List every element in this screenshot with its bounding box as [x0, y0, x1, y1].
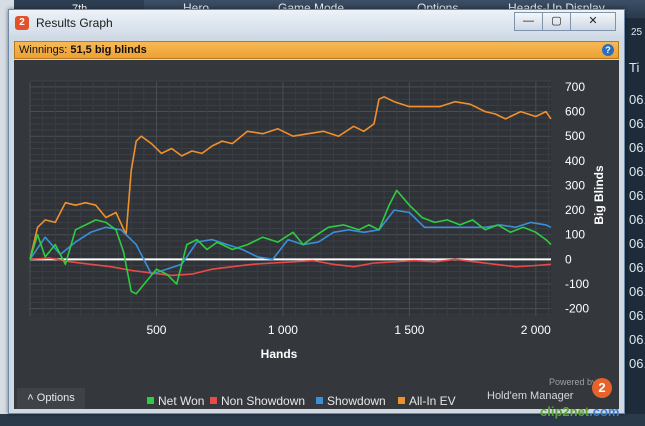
winnings-value: 51,5 big blinds: [70, 44, 147, 56]
brand-name: Hold'em Manager: [487, 390, 574, 402]
legend-label: Showdown: [327, 394, 386, 408]
y-tick-label: -200: [565, 302, 589, 316]
x-tick-label: 1 000: [268, 323, 298, 337]
bg-right-cell: 06.: [629, 212, 645, 227]
x-tick-label: 1 500: [394, 323, 424, 337]
y-tick-label: 700: [565, 80, 585, 94]
maximize-button[interactable]: ▢: [542, 12, 571, 31]
legend-swatch: [210, 397, 217, 404]
options-button[interactable]: ˄ Options: [17, 388, 85, 409]
results-chart: -200 -100 0 100 200 300 400 500 600 700 500 1 000 1…: [29, 80, 606, 408]
results-graph-window: 2 Results Graph — ▢ ✕ Winnings: 51,5 big…: [8, 9, 625, 414]
bg-right-cell: 06.: [629, 284, 645, 299]
options-label: Options: [36, 392, 75, 404]
x-tick-label: 2 000: [521, 323, 551, 337]
bg-right-cell: Ti: [629, 60, 640, 75]
y-tick-label: -100: [565, 277, 589, 291]
chart-grid: [29, 80, 551, 316]
bg-right-cell: 06.: [629, 164, 645, 179]
x-axis-label: Hands: [261, 347, 298, 361]
bg-right-cell: 06.: [629, 308, 645, 323]
title-bar[interactable]: 2 Results Graph — ▢ ✕: [9, 10, 624, 36]
y-axis-label: Big Blinds: [592, 165, 606, 225]
chart-panel: -200 -100 0 100 200 300 400 500 600 700 500 1 000 1…: [14, 60, 619, 409]
legend-label: Net Won: [158, 394, 204, 408]
y-tick-label: 300: [565, 178, 585, 192]
legend-label: Non Showdown: [221, 394, 305, 408]
minimize-button[interactable]: —: [514, 12, 543, 31]
hm2-app-icon: 2: [15, 16, 29, 30]
x-axis-ticks: 500 1 000 1 500 2 000: [146, 323, 551, 337]
winnings-label: Winnings:: [19, 44, 68, 56]
bg-right-cell: 06.: [629, 332, 645, 347]
close-button[interactable]: ✕: [570, 12, 616, 31]
y-tick-label: 200: [565, 203, 585, 217]
hm2-logo-badge: 2: [592, 378, 612, 398]
x-tick-label: 500: [146, 323, 166, 337]
bg-right-cell: 06.: [629, 356, 645, 371]
y-tick-label: 100: [565, 228, 585, 242]
window-title: Results Graph: [36, 16, 113, 30]
bg-right-cell: 06.: [629, 92, 645, 107]
legend-swatch: [316, 397, 323, 404]
background-right-panel: Ti 06. 06. 06. 06. 06. 06. 06. 06. 06. 0…: [627, 18, 645, 426]
clip2net-watermark: clip2net.com: [540, 404, 619, 419]
legend-swatch: [147, 397, 154, 404]
y-tick-label: 400: [565, 154, 585, 168]
powered-by-label: Powered by: [549, 377, 597, 387]
legend-label: All-In EV: [409, 394, 456, 408]
bg-right-top: 25: [631, 27, 643, 38]
chart-legend: Net Won Non Showdown Showdown All-In EV: [147, 394, 456, 408]
bg-right-cell: 06.: [629, 140, 645, 155]
y-tick-label: 600: [565, 105, 585, 119]
bg-right-cell: 06.: [629, 236, 645, 251]
bg-right-cell: 06.: [629, 116, 645, 131]
watermark-a: clip2net: [540, 404, 590, 419]
y-tick-label: 0: [565, 252, 572, 266]
winnings-bar: Winnings: 51,5 big blinds ?: [14, 41, 619, 59]
help-icon[interactable]: ?: [602, 44, 614, 56]
y-tick-label: 500: [565, 129, 585, 143]
bg-right-cell: 06.: [629, 188, 645, 203]
bg-right-cell: 06.: [629, 260, 645, 275]
watermark-b: .com: [589, 404, 620, 419]
chevron-up-icon: ˄: [27, 392, 34, 404]
legend-swatch: [398, 397, 405, 404]
y-axis-ticks: -200 -100 0 100 200 300 400 500 600 700: [565, 80, 589, 316]
